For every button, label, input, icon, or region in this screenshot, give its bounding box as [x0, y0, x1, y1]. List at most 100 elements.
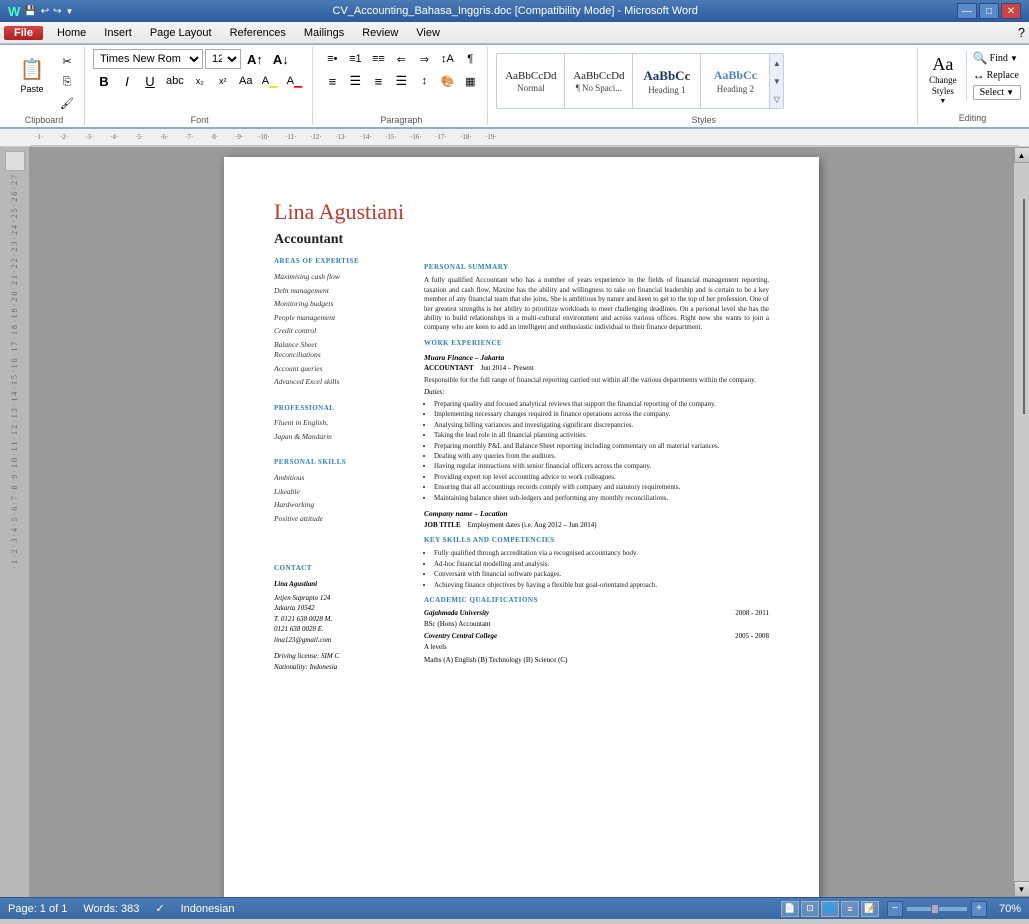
review-tab[interactable]: Review [354, 25, 406, 41]
full-screen-btn[interactable]: ⊡ [801, 901, 819, 917]
edu2-subject: A levels [424, 643, 769, 653]
pagelayout-tab[interactable]: Page Layout [142, 25, 220, 41]
font-name-select[interactable]: Times New Rom [93, 49, 203, 69]
quick-save[interactable]: 💾 [24, 6, 36, 17]
show-hide-button[interactable]: ¶ [459, 49, 481, 69]
style-heading2[interactable]: AaBbCc Heading 2 [701, 54, 769, 108]
styles-scroll[interactable]: ▲ ▼ ▽ [769, 54, 783, 108]
select-label: Select [980, 87, 1004, 98]
help-icon[interactable]: ? [1018, 25, 1025, 40]
duty-8: Providing expert top level accounting ad… [434, 473, 769, 482]
italic-button[interactable]: I [116, 71, 138, 91]
duty-9: Ensuring that all accountings records co… [434, 483, 769, 492]
scroll-up-btn[interactable]: ▲ [1014, 147, 1029, 163]
references-tab[interactable]: References [222, 25, 294, 41]
superscript-button[interactable]: x² [212, 71, 234, 91]
font-size-select[interactable]: 12 [205, 49, 241, 69]
replace-row: ↔ Replace [973, 68, 1021, 83]
style-nospace-preview: AaBbCcDd [573, 70, 624, 82]
draft-btn[interactable]: 📝 [861, 901, 879, 917]
view-tab[interactable]: View [408, 25, 448, 41]
shrink-font-button[interactable]: A↓ [269, 49, 293, 69]
menu-bar: File Home Insert Page Layout References … [0, 22, 1029, 44]
text-highlight-button[interactable]: A▁ [258, 71, 282, 91]
status-right: 📄 ⊡ 🌐 ≡ 📝 − + 70% [781, 901, 1021, 917]
font-color-button[interactable]: A▁ [283, 71, 307, 91]
format-painter-button[interactable]: 🖌 [56, 93, 78, 113]
subscript-button[interactable]: x₂ [189, 71, 211, 91]
ruler-corner[interactable] [5, 151, 25, 171]
company1-name: Muara Finance – Jakarta [424, 353, 769, 364]
underline-button[interactable]: U [139, 71, 161, 91]
increase-indent-button[interactable]: ⇒ [413, 49, 435, 69]
outline-btn[interactable]: ≡ [841, 901, 859, 917]
web-layout-btn[interactable]: 🌐 [821, 901, 839, 917]
align-right-button[interactable]: ≡ [367, 71, 389, 91]
clear-format-button[interactable]: Aa [235, 71, 257, 91]
home-tab[interactable]: Home [49, 25, 94, 41]
align-left-button[interactable]: ≡ [321, 71, 343, 91]
skills-heading: PERSONAL SKILLS [274, 458, 404, 468]
numbering-button[interactable]: ≡1 [344, 49, 366, 69]
key-skills-list: Fully qualified through accreditation vi… [434, 549, 769, 590]
scroll-more-btn[interactable]: ▽ [770, 95, 783, 104]
svg-text:·6·: ·6· [160, 133, 168, 141]
insert-tab[interactable]: Insert [96, 25, 140, 41]
ruler-line: ·1· ·2· ·3· ·4· ·5· ·6· ·7· ·8· ·9· ·10·… [30, 129, 1019, 147]
maximize-btn[interactable]: □ [979, 3, 999, 19]
duty-6: Dealing with any queries from the audito… [434, 452, 769, 461]
shading-button[interactable]: 🎨 [436, 71, 458, 91]
duty-3: Analysing billing variances and investig… [434, 421, 769, 430]
quick-dropdown[interactable]: ▼ [66, 7, 74, 16]
vertical-scrollbar[interactable]: ▲ ▼ [1013, 147, 1029, 897]
bullets-button[interactable]: ≡• [321, 49, 343, 69]
sort-button[interactable]: ↕A [436, 49, 458, 69]
quick-redo[interactable]: ↪ [53, 6, 61, 17]
zoom-level[interactable]: 70% [991, 903, 1021, 915]
strikethrough-button[interactable]: abc [162, 71, 188, 91]
spell-check-icon[interactable]: ✓ [155, 902, 164, 915]
multilevel-button[interactable]: ≡≡ [367, 49, 389, 69]
find-label[interactable]: Find [990, 53, 1008, 64]
borders-button[interactable]: ▦ [459, 71, 481, 91]
scroll-up-btn[interactable]: ▲ [770, 59, 783, 68]
select-button[interactable]: Select ▼ [973, 85, 1021, 100]
style-heading1[interactable]: AaBbCc Heading 1 [633, 54, 701, 108]
mailings-tab[interactable]: Mailings [296, 25, 352, 41]
scroll-area[interactable]: Lina Agustiani Accountant AREAS OF EXPER… [30, 147, 1013, 897]
replace-icon: ↔ [973, 68, 985, 83]
zoom-in-btn[interactable]: + [971, 901, 987, 917]
file-tab[interactable]: File [4, 26, 43, 40]
duty-1: Preparing quality and focused analytical… [434, 400, 769, 409]
svg-text:·13·: ·13· [335, 133, 347, 141]
svg-text:·7·: ·7· [185, 133, 193, 141]
print-view-btn[interactable]: 📄 [781, 901, 799, 917]
cut-button[interactable]: ✂ [56, 51, 78, 71]
window-title: CV_Accounting_Bahasa_Inggris.doc [Compat… [73, 5, 957, 17]
bold-button[interactable]: B [93, 71, 115, 91]
replace-label[interactable]: Replace [987, 70, 1019, 81]
zoom-thumb[interactable] [931, 904, 939, 914]
language-label[interactable]: Indonesian [181, 903, 235, 915]
edu1-row: Gajahmada University 2008 - 2011 [424, 609, 769, 619]
align-center-button[interactable]: ☰ [344, 71, 366, 91]
find-dropdown[interactable]: ▼ [1010, 54, 1018, 63]
quick-undo[interactable]: ↩ [41, 6, 49, 17]
line-spacing-button[interactable]: ↕ [413, 71, 435, 91]
svg-text:·5·: ·5· [135, 133, 143, 141]
scroll-down-btn[interactable]: ▼ [1014, 881, 1029, 897]
close-btn[interactable]: ✕ [1001, 3, 1021, 19]
justify-button[interactable]: ☰ [390, 71, 412, 91]
zoom-out-btn[interactable]: − [887, 901, 903, 917]
zoom-slider[interactable] [907, 907, 967, 911]
grow-font-button[interactable]: A↑ [243, 49, 267, 69]
paste-button[interactable]: 📋 Paste [10, 49, 54, 101]
style-nospace[interactable]: AaBbCcDd ¶ No Spaci... [565, 54, 633, 108]
copy-button[interactable]: ⎘ [56, 72, 78, 92]
decrease-indent-button[interactable]: ⇐ [390, 49, 412, 69]
change-styles-button[interactable]: Aa ChangeStyles ▼ [924, 51, 962, 108]
style-normal[interactable]: AaBbCcDd Normal [497, 54, 565, 108]
scroll-thumb[interactable] [1023, 199, 1025, 414]
minimize-btn[interactable]: — [957, 3, 977, 19]
scroll-down-btn[interactable]: ▼ [770, 77, 783, 86]
